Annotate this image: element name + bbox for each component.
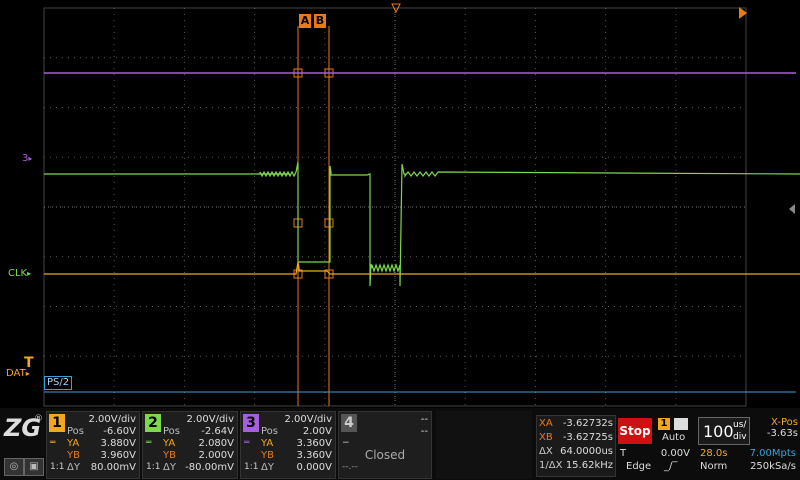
channel-1-number[interactable]: 1 — [49, 414, 65, 432]
channel-3-number[interactable]: 3 — [243, 414, 259, 432]
x-position-control[interactable]: X-Pos -3.63s — [752, 417, 798, 445]
ch3-yb: 3.360V — [296, 450, 332, 461]
waveform-display[interactable]: A B 3▸ CLK▸ DAT▸ T PS/2 — [0, 0, 800, 408]
ch2-probe: 1:1 — [146, 462, 161, 472]
ch3-probe: 1:1 — [244, 462, 259, 472]
channel-2-panel[interactable]: 2 2.00V/div Pos -2.64V YA 2.080V YB 2.000V … — [142, 411, 238, 479]
home-icon[interactable]: ◎ — [4, 458, 24, 476]
acquisition-panel[interactable]: 28.0s 7.00Mpts Norm 250kSa/s — [698, 447, 798, 477]
ch1-coupling-icon: ═ — [50, 438, 56, 448]
trigger-position-icon — [739, 7, 747, 19]
ch3-dy: 0.000V — [296, 462, 332, 473]
ch1-probe: 1:1 — [50, 462, 65, 472]
acq-rate: 250kSa/s — [750, 461, 796, 472]
ch4-coupling-icon: − — [342, 438, 350, 448]
ch3-pos: 2.00V — [302, 426, 332, 437]
registered-icon: ® — [34, 414, 43, 424]
ch2-yb: 2.000V — [198, 450, 234, 461]
timebase-value: 100 — [703, 422, 734, 441]
ch3-ya: 3.360V — [296, 438, 332, 449]
cursor-xb-value: -3.62725s — [562, 432, 613, 443]
ch1-yb: 3.960V — [100, 450, 136, 461]
rising-edge-icon: _/‾ — [664, 461, 678, 472]
cursor-dx-value: 64.0000us — [560, 446, 613, 457]
channel-4-number[interactable]: 4 — [341, 414, 357, 432]
ch1-vdiv: 2.00V/div — [88, 414, 136, 425]
ch2-vdiv: 2.00V/div — [186, 414, 234, 425]
ch2-coupling-icon: ═ — [146, 438, 152, 448]
trigger-panel[interactable]: 1 Auto — [656, 416, 696, 446]
trigger-level-panel[interactable]: T 0.00V Edge _/‾ — [618, 447, 696, 477]
ch1-ya: 3.880V — [100, 438, 136, 449]
screenshot-icon[interactable]: ▣ — [24, 458, 44, 476]
timebase-unit-bottom: div — [733, 432, 747, 442]
ch3-marker-label: 3▸ — [22, 153, 33, 164]
xpos-value: -3.63s — [766, 428, 798, 439]
ch1-dy: 80.00mV — [90, 462, 136, 473]
trigger-type: Edge — [626, 461, 652, 472]
waveform-canvas — [43, 3, 800, 407]
ch4-status: Closed — [364, 448, 406, 462]
channel-4-panel[interactable]: 4 -- -- − Closed --.-- — [338, 411, 432, 479]
ch2-dy: -80.00mV — [185, 462, 234, 473]
trigger-coupling-icon — [674, 418, 688, 430]
timebase-unit-top: us/ — [733, 420, 747, 430]
acq-points: 7.00Mpts — [749, 448, 796, 459]
ch2-ya: 2.080V — [198, 438, 234, 449]
timebase-control[interactable]: 100 us/ div — [698, 417, 750, 445]
cursor-readout-panel[interactable]: XA -3.62732s XB -3.62725s ΔX 64.0000us 1/ΔX… — [536, 415, 616, 477]
ch1-pos: -6.60V — [103, 426, 136, 437]
acq-time: 28.0s — [700, 448, 728, 459]
trigger-level-icon[interactable]: T — [24, 355, 34, 371]
decode-bus-label[interactable]: PS/2 — [44, 376, 73, 390]
ch4-vdiv: -- — [420, 414, 428, 425]
cursor-xa-value: -3.62732s — [562, 418, 613, 429]
ch3-vdiv: 2.00V/div — [284, 414, 332, 425]
clk-trace — [44, 161, 800, 287]
trigger-channel: 1 — [658, 418, 670, 430]
empty-panel — [436, 411, 532, 479]
channel-3-panel[interactable]: 3 2.00V/div Pos 2.00V YA 3.360V YB 3.360V Δ… — [240, 411, 336, 479]
clk-marker-label: CLK▸ — [8, 268, 32, 279]
ch2-pos: -2.64V — [201, 426, 234, 437]
channel-2-number[interactable]: 2 — [145, 414, 161, 432]
ch3-coupling-icon: ═ — [244, 438, 250, 448]
ch4-probe: --.-- — [342, 462, 358, 472]
trigger-source-label: T — [620, 448, 627, 459]
side-panel-collapse-icon[interactable] — [789, 204, 795, 214]
ch4-pos: -- — [420, 426, 428, 437]
acq-mode: Norm — [700, 461, 728, 472]
channel-1-panel[interactable]: 1 2.00V/div Pos -6.60V YA 3.880V YB 3.960V … — [46, 411, 140, 479]
trigger-mode: Auto — [662, 432, 686, 443]
dat-trace — [44, 261, 800, 275]
cursor-a-tag[interactable]: A — [299, 14, 311, 28]
xpos-label: X-Pos — [771, 417, 798, 428]
trigger-level: 0.00V — [660, 448, 690, 459]
run-stop-button[interactable]: Stop — [618, 418, 652, 444]
cursor-inv-value: 15.62kHz — [565, 460, 613, 471]
cursor-b-tag[interactable]: B — [314, 14, 326, 28]
